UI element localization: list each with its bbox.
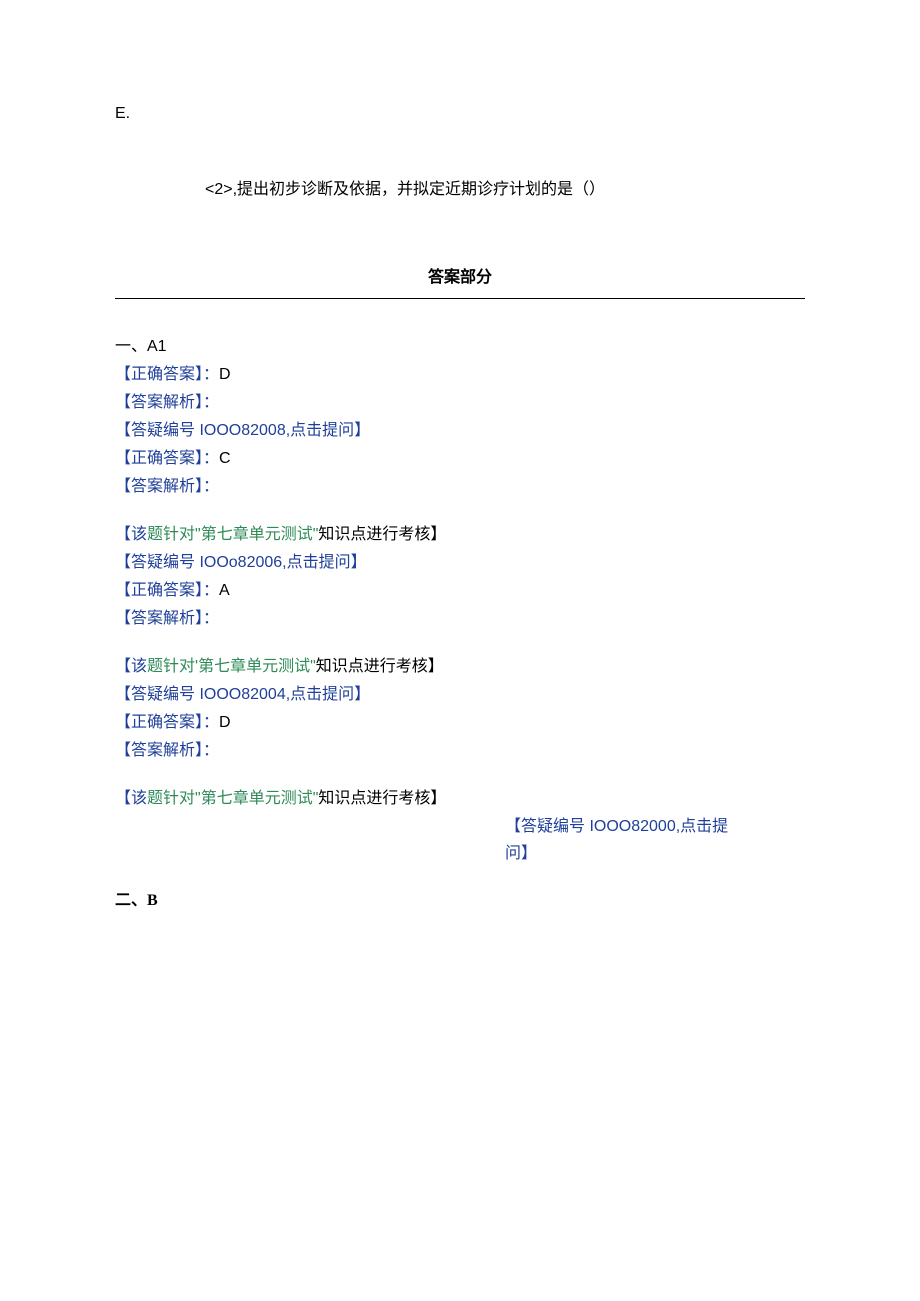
reference-suffix: 问】 [505,845,537,862]
option-e: E. [115,100,805,128]
assess-mid: 题针对'第七章单元测试" [147,658,316,675]
ask-link[interactable]: 点击提问 [287,554,351,571]
correct-answer-label: 【正确答案】： [115,450,219,467]
ask-link[interactable]: 点击提 [680,818,728,835]
correct-answer-value: D [219,366,231,383]
assess-post: 知识点进行考核】 [318,790,446,807]
answer-block: 【正确答案】：D 【答案解析】： 【答疑编号 IOOO82008,点击提问】 [115,361,805,445]
ask-link[interactable]: 点击提问 [290,686,354,703]
assess-prefix: 【该 [115,658,147,675]
reference-suffix: 】 [354,686,370,703]
reference-suffix: 】 [351,554,367,571]
section-b-heading: 二、B [115,887,805,915]
reference-prefix: 【答疑编号 IOOO82000, [505,818,680,835]
reference-prefix: 【答疑编号 IOOo82006, [115,554,287,571]
assess-mid: 题针对"第七章单元测试" [147,790,318,807]
analysis-label: 【答案解析】： [115,473,805,501]
correct-answer-value: A [219,582,230,599]
assess-post: 知识点进行考核】 [318,526,446,543]
answer-block: 【正确答案】：D 【答案解析】： 【该题针对"第七章单元测试"知识点进行考核】 … [115,709,805,867]
correct-answer-value: C [219,450,231,467]
reference-suffix: 】 [354,422,370,439]
assess-prefix: 【该 [115,790,147,807]
correct-answer-label: 【正确答案】： [115,366,219,383]
assess-post: 知识点进行考核】 [316,658,444,675]
analysis-label: 【答案解析】： [115,605,805,633]
correct-answer-label: 【正确答案】： [115,714,219,731]
answers-title: 答案部分 [115,264,805,292]
analysis-label: 【答案解析】： [115,389,805,417]
section-a-heading: 一、A1 [115,333,805,361]
reference-prefix: 【答疑编号 IOOO82008, [115,422,290,439]
assess-prefix: 【该 [115,526,147,543]
correct-answer-value: D [219,714,231,731]
document-page: E. <2>,提出初步诊断及依据，并拟定近期诊疗计划的是（） 答案部分 一、A1… [0,0,920,1301]
question-2: <2>,提出初步诊断及依据，并拟定近期诊疗计划的是（） [115,176,805,204]
correct-answer-label: 【正确答案】： [115,582,219,599]
assess-mid: 题针对"第七章单元测试" [147,526,318,543]
reference-prefix: 【答疑编号 IOOO82004, [115,686,290,703]
answer-block: 【正确答案】：C 【答案解析】： 【该题针对"第七章单元测试"知识点进行考核】 … [115,445,805,577]
answer-block: 【正确答案】：A 【答案解析】： 【该题针对'第七章单元测试"知识点进行考核】 … [115,577,805,709]
divider [115,298,805,299]
analysis-label: 【答案解析】： [115,737,805,765]
ask-link[interactable]: 点击提问 [290,422,354,439]
